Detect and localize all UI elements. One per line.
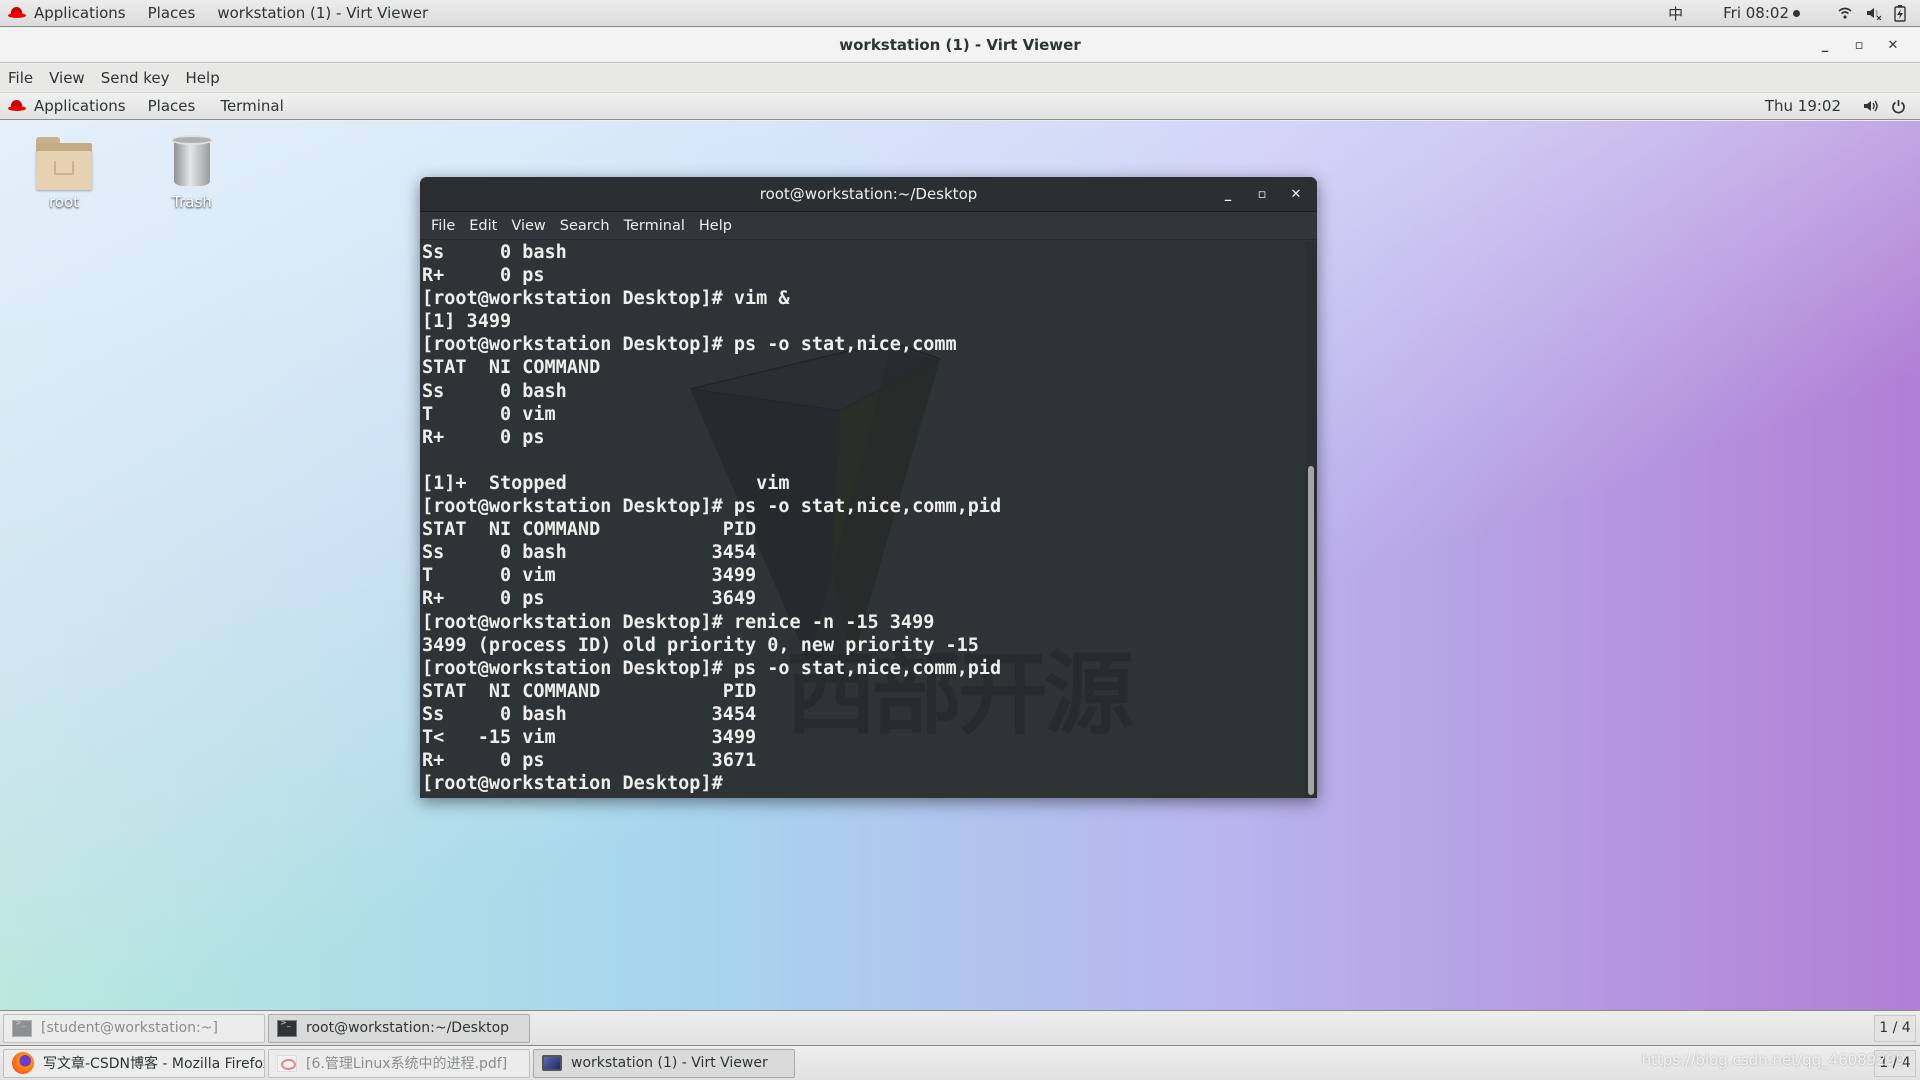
terminal-line: R+ 0 ps 3649 (422, 588, 757, 610)
terminal-menu-view[interactable]: View (504, 218, 552, 234)
terminal-line: 3499 (process ID) old priority 0, new pr… (422, 634, 979, 656)
host-top-bar: Applications Places workstation (1) - Vi… (0, 0, 1920, 27)
guest-terminal-menu[interactable]: Terminal (206, 97, 294, 115)
desktop-icon-trash[interactable]: Trash (147, 121, 237, 211)
virt-viewer-titlebar: workstation (1) - Virt Viewer _ ▫ ✕ (0, 28, 1920, 63)
terminal-line: [root@workstation Desktop]# renice -n -1… (422, 611, 935, 633)
virt-viewer-title: workstation (1) - Virt Viewer (839, 36, 1081, 54)
terminal-line: Ss 0 bash 3454 (422, 542, 757, 564)
guest-places-menu[interactable]: Places (137, 97, 207, 115)
terminal-line: Ss 0 bash 3454 (422, 703, 757, 725)
terminal-icon (12, 1018, 32, 1037)
terminal-icon (277, 1018, 297, 1037)
terminal-line: R+ 0 ps (422, 265, 545, 287)
terminal-line: [1]+ Stopped vim (422, 472, 790, 494)
terminal-scrollbar-thumb[interactable] (1308, 466, 1314, 795)
terminal-menu-terminal[interactable]: Terminal (617, 218, 692, 234)
task-firefox[interactable]: 写文章-CSDN博客 - Mozilla Firefox (3, 1048, 265, 1078)
terminal-menu-search[interactable]: Search (553, 218, 617, 234)
terminal-line: [1] 3499 (422, 311, 512, 333)
power-icon[interactable] (1885, 99, 1920, 114)
terminal-line: R+ 0 ps (422, 426, 545, 448)
terminal-minimize-button[interactable]: _ (1211, 177, 1245, 212)
workspace-switcher[interactable]: 1 / 4 (1874, 1014, 1916, 1042)
terminal-line: T 0 vim 3499 (422, 565, 757, 587)
task-pdf-viewer[interactable]: [6.管理Linux系统中的进程.pdf] (268, 1048, 530, 1078)
terminal-line: Ss 0 bash (422, 242, 567, 263)
notification-dot-icon (1793, 9, 1800, 17)
minimize-button[interactable]: _ (1808, 28, 1842, 63)
vv-menu-view[interactable]: View (41, 69, 93, 87)
maximize-button[interactable]: ▫ (1842, 28, 1876, 63)
guest-applications-menu[interactable]: Applications (34, 97, 137, 115)
terminal-line: T 0 vim (422, 403, 556, 425)
virt-viewer-menubar: File View Send key Help (0, 64, 1920, 93)
trash-icon (171, 135, 213, 187)
host-active-window-menu[interactable]: workstation (1) - Virt Viewer (206, 4, 439, 22)
input-method-indicator[interactable]: 中 (1658, 3, 1713, 24)
terminal-line: [root@workstation Desktop]# ps -o stat,n… (422, 657, 1002, 679)
terminal-line: T< -15 vim 3499 (422, 726, 757, 748)
host-clock-text: Fri 08:02 (1723, 4, 1789, 22)
redhat-logo-icon (8, 7, 26, 19)
home-folder-icon (36, 137, 92, 190)
host-places-menu[interactable]: Places (137, 4, 207, 22)
terminal-menu-help[interactable]: Help (692, 218, 739, 234)
host-taskbar: 写文章-CSDN博客 - Mozilla Firefox [6.管理Linux系… (0, 1045, 1920, 1080)
terminal-line: [root@workstation Desktop]# (422, 773, 734, 795)
terminal-line: STAT NI COMMAND (422, 357, 601, 379)
guest-taskbar: [student@workstation:~] root@workstation… (0, 1010, 1920, 1045)
pdf-icon (277, 1054, 297, 1072)
virt-viewer-icon (542, 1055, 562, 1071)
csdn-url-watermark: https://blog.csdn.net/qq_46089299 (1641, 1051, 1905, 1069)
desktop-icon-label: root (48, 193, 80, 211)
task-label: 写文章-CSDN博客 - Mozilla Firefox (43, 1056, 265, 1072)
terminal-menubar: File Edit View Search Terminal Help (420, 212, 1317, 240)
task-student-terminal[interactable]: [student@workstation:~] (3, 1013, 265, 1043)
terminal-maximize-button[interactable]: ▫ (1245, 177, 1279, 212)
vv-menu-file[interactable]: File (0, 69, 41, 87)
task-label: root@workstation:~/Desktop (306, 1020, 510, 1036)
terminal-titlebar[interactable]: root@workstation:~/Desktop _ ▫ ✕ (420, 177, 1317, 212)
task-label: workstation (1) - Virt Viewer (571, 1055, 768, 1071)
task-label: [student@workstation:~] (41, 1020, 218, 1036)
volume-icon[interactable] (1857, 99, 1885, 113)
desktop-icon-label: Trash (172, 193, 212, 211)
terminal-line: [root@workstation Desktop]# ps -o stat,n… (422, 496, 1002, 518)
terminal-line: [root@workstation Desktop]# ps -o stat,n… (422, 334, 957, 356)
terminal-output[interactable]: 西部开源 Ss 0 bash R+ 0 ps [root@workstation D… (420, 241, 1317, 798)
task-virt-viewer[interactable]: workstation (1) - Virt Viewer (533, 1048, 795, 1078)
terminal-menu-edit[interactable]: Edit (462, 218, 504, 234)
terminal-line: Ss 0 bash (422, 380, 567, 402)
task-label: [6.管理Linux系统中的进程.pdf] (306, 1056, 508, 1072)
terminal-title: root@workstation:~/Desktop (759, 185, 978, 203)
guest-top-panel: Applications Places Terminal Thu 19:02 (0, 93, 1920, 120)
terminal-menu-file[interactable]: File (424, 218, 462, 234)
vv-menu-help[interactable]: Help (178, 69, 228, 87)
host-clock[interactable]: Fri 08:02 (1713, 4, 1828, 22)
terminal-window[interactable]: root@workstation:~/Desktop _ ▫ ✕ File Ed… (420, 177, 1317, 798)
desktop-icon-root[interactable]: root (19, 121, 109, 211)
terminal-line: STAT NI COMMAND PID (422, 680, 757, 702)
redhat-logo-icon (8, 100, 26, 112)
host-applications-menu[interactable]: Applications (34, 4, 137, 22)
task-root-terminal[interactable]: root@workstation:~/Desktop (268, 1013, 530, 1043)
terminal-line: [root@workstation Desktop]# vim & (422, 288, 790, 310)
terminal-line: STAT NI COMMAND PID (422, 519, 757, 541)
volume-muted-icon[interactable] (1862, 6, 1886, 20)
terminal-line: R+ 0 ps 3671 (422, 750, 757, 772)
battery-charging-icon[interactable] (1886, 4, 1920, 22)
wifi-icon[interactable] (1828, 7, 1862, 19)
guest-clock[interactable]: Thu 19:02 (1755, 97, 1857, 115)
terminal-text: Ss 0 bash R+ 0 ps [root@workstation Deskto… (422, 241, 1001, 795)
firefox-icon (12, 1052, 34, 1074)
vv-menu-send-key[interactable]: Send key (93, 69, 178, 87)
terminal-close-button[interactable]: ✕ (1279, 177, 1313, 212)
close-button[interactable]: ✕ (1876, 28, 1910, 63)
terminal-scrollbar[interactable] (1305, 241, 1317, 798)
